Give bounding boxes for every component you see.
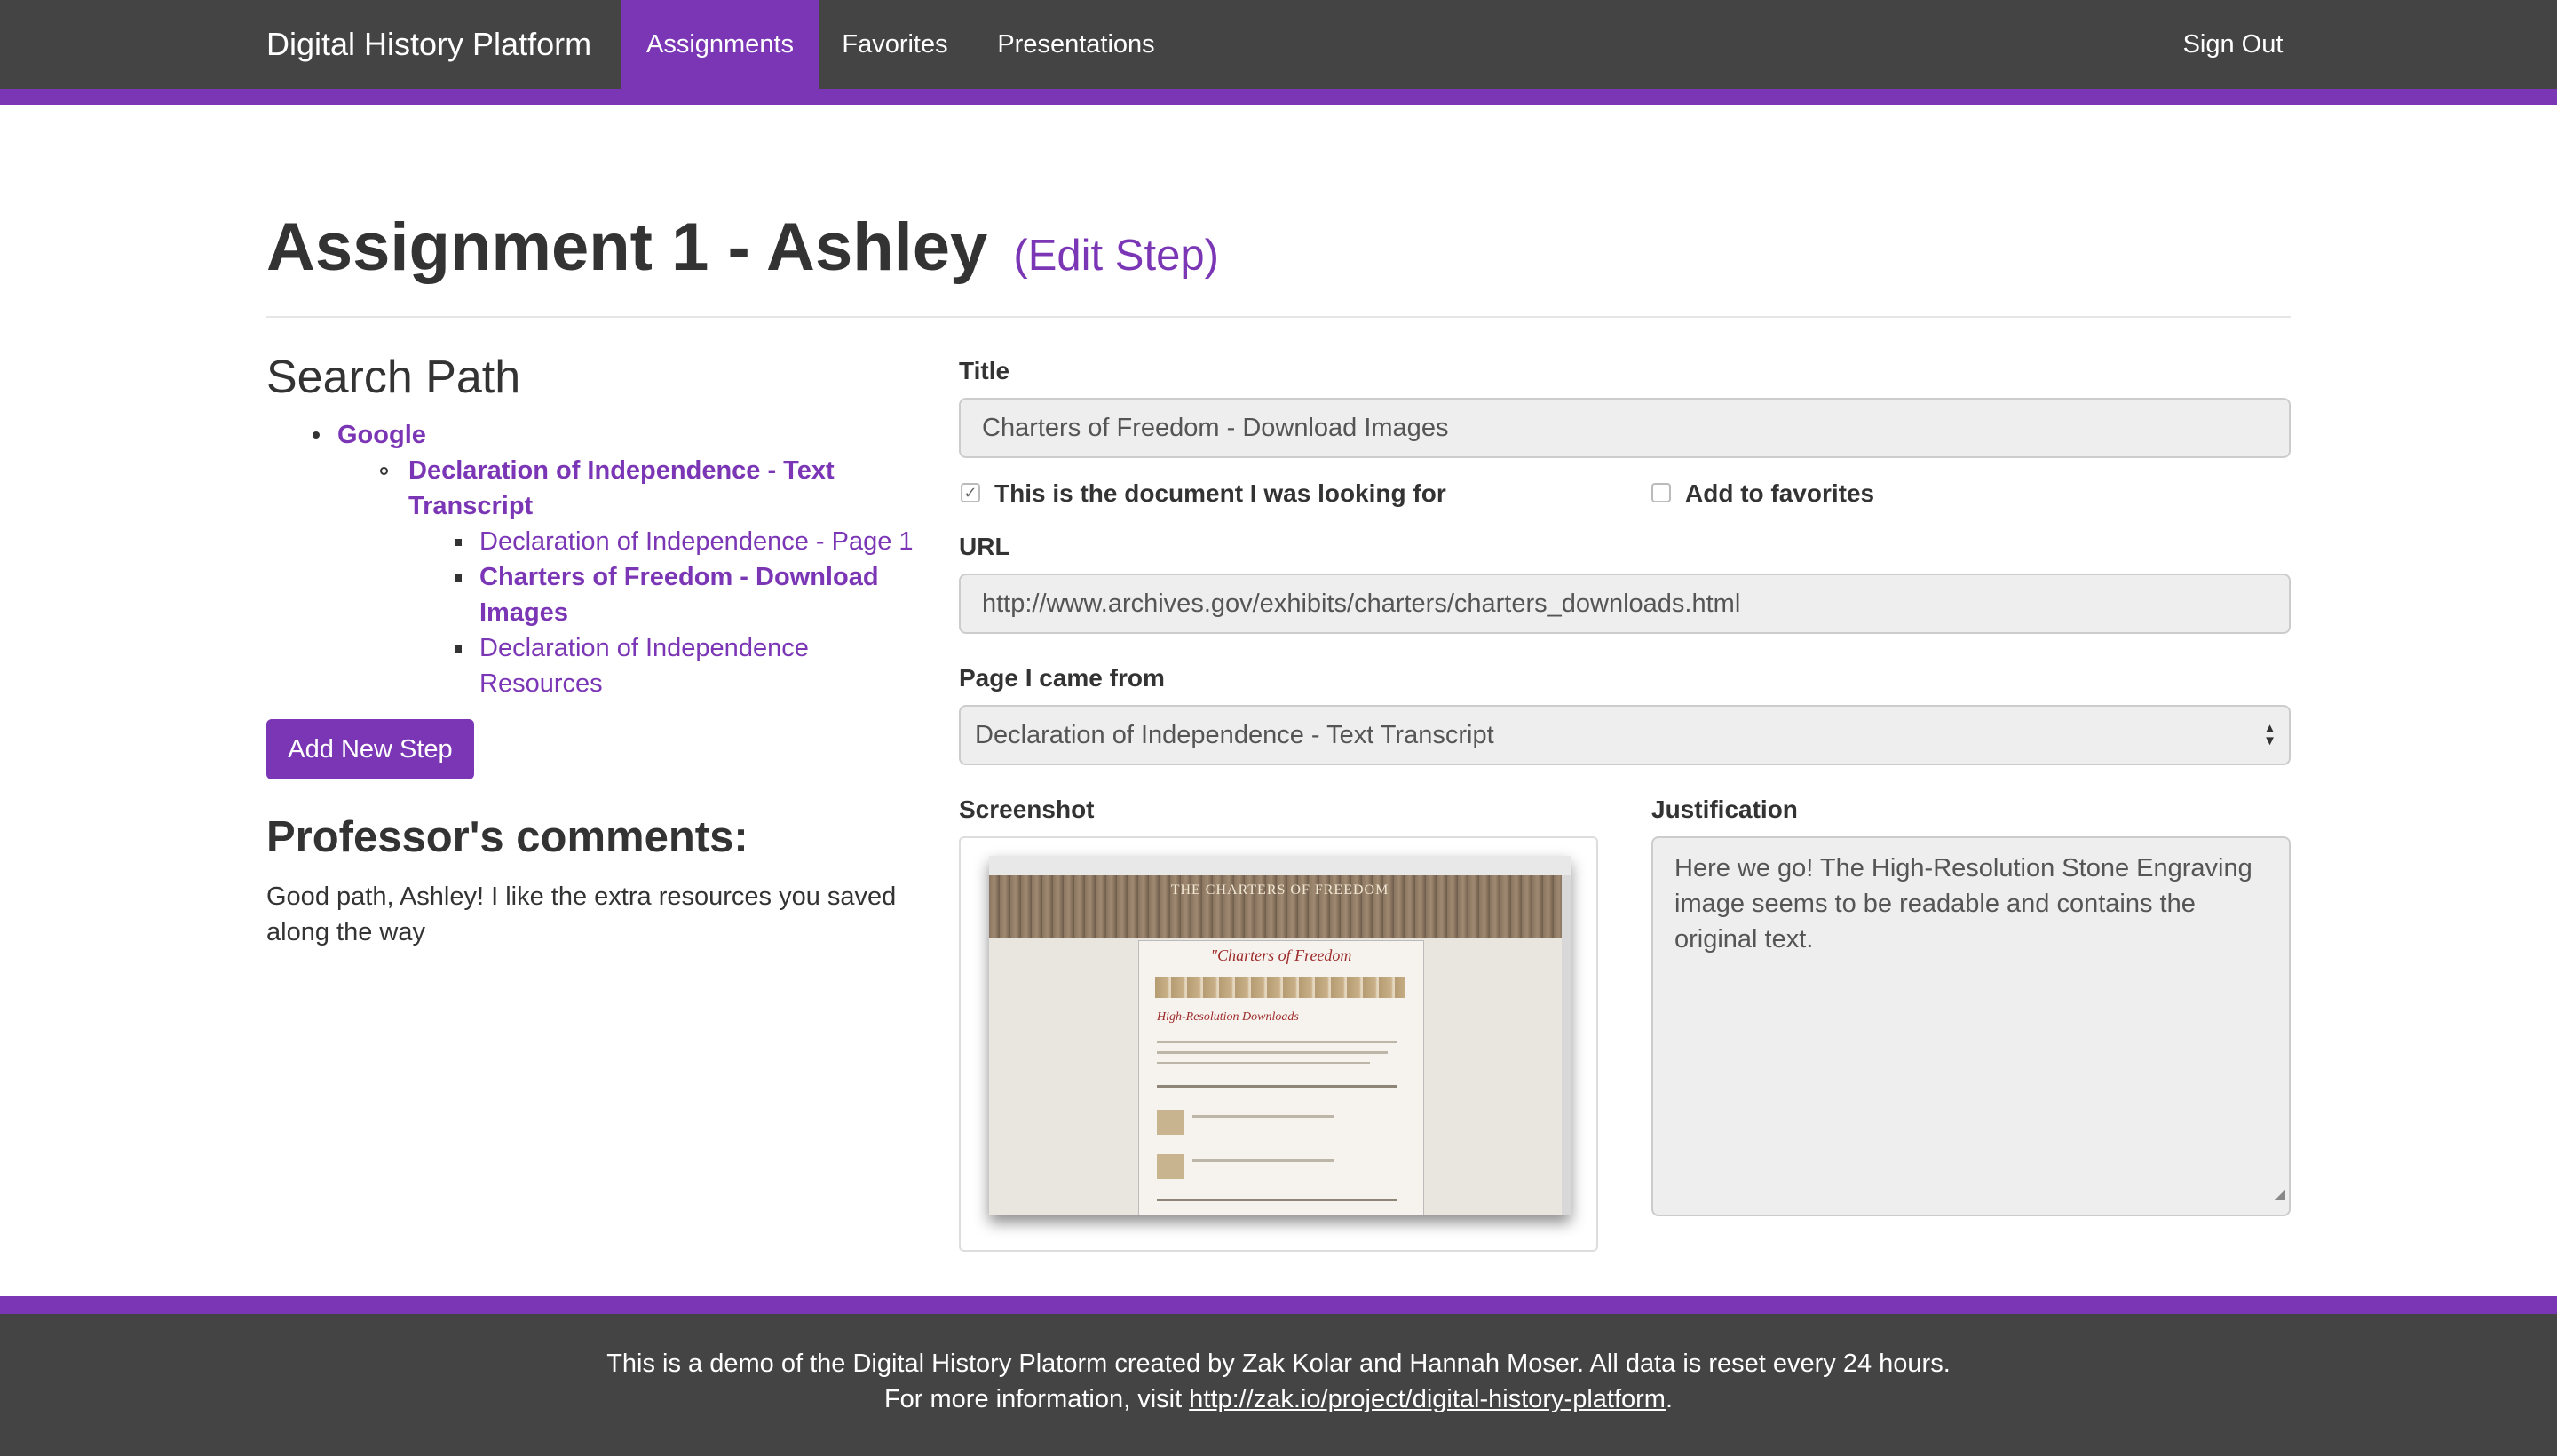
screenshot-banner-text: THE CHARTERS OF FREEDOM bbox=[1170, 882, 1389, 898]
square-bullet-icon bbox=[455, 645, 462, 653]
resize-handle-icon[interactable]: ◢ bbox=[2275, 1177, 2285, 1213]
path-item-charters-line2[interactable]: Images bbox=[479, 595, 568, 630]
screenshot-text-line bbox=[1157, 1041, 1397, 1043]
disc-bullet-icon bbox=[313, 431, 320, 439]
screenshot-frame: THE CHARTERS OF FREEDOM "Charters of Fre… bbox=[959, 836, 1598, 1252]
title-divider bbox=[266, 316, 2291, 318]
professor-comments-text: Good path, Ashley! I like the extra reso… bbox=[266, 882, 897, 946]
screenshot-text-line bbox=[1157, 1051, 1388, 1054]
justification-text: Here we go! The High-Resolution Stone En… bbox=[1674, 854, 2252, 954]
footer-demo-text: This is a demo of the Digital History Pl… bbox=[606, 1349, 1951, 1378]
path-item-resources-line2[interactable]: Resources bbox=[479, 666, 603, 701]
page-came-from-select[interactable]: Declaration of Independence - Text Trans… bbox=[959, 705, 2291, 765]
screenshot-text-line bbox=[1192, 1159, 1334, 1162]
justification-label: Justification bbox=[1651, 795, 1798, 823]
url-input[interactable]: http://www.archives.gov/exhibits/charter… bbox=[959, 574, 2291, 634]
nav-presentations[interactable]: Presentations bbox=[971, 0, 1181, 89]
nav-assignments[interactable]: Assignments bbox=[621, 0, 819, 89]
title-input[interactable]: Charters of Freedom - Download Images bbox=[959, 398, 2291, 458]
add-to-favorites-checkbox[interactable] bbox=[1651, 483, 1671, 502]
screenshot-label: Screenshot bbox=[959, 795, 1095, 823]
url-label: URL bbox=[959, 533, 1010, 560]
screenshot-banner: THE CHARTERS OF FREEDOM bbox=[989, 875, 1571, 938]
edit-step-link[interactable]: (Edit Step) bbox=[1013, 232, 1218, 280]
footer-info-prefix: For more information, visit bbox=[883, 1385, 1190, 1413]
screenshot-scrollbar bbox=[1562, 875, 1571, 1215]
page-title: Assignment 1 - Ashley (Edit Step) bbox=[266, 209, 1219, 289]
screenshot-text-line bbox=[1192, 1115, 1334, 1118]
nav-favorites[interactable]: Favorites bbox=[819, 0, 971, 89]
assignment-title: Assignment 1 - Ashley bbox=[266, 210, 988, 285]
footer-project-link[interactable]: http://zak.io/project/digital-history-pl… bbox=[1189, 1385, 1666, 1413]
document-found-label[interactable]: This is the document I was looking for bbox=[994, 479, 1446, 508]
screenshot-image[interactable]: THE CHARTERS OF FREEDOM "Charters of Fre… bbox=[989, 856, 1571, 1215]
professor-comments-heading: Professor's comments: bbox=[266, 813, 748, 861]
page-came-from-label: Page I came from bbox=[959, 664, 1165, 692]
title-label: Title bbox=[959, 357, 1010, 384]
path-item-transcript-line1[interactable]: Declaration of Independence - Text bbox=[408, 453, 835, 488]
brand-link[interactable]: Digital History Platform bbox=[266, 0, 591, 89]
sign-out-link[interactable]: Sign Out bbox=[2166, 0, 2300, 89]
path-item-charters-line1[interactable]: Charters of Freedom - Download bbox=[479, 559, 879, 595]
screenshot-doc-thumb bbox=[1157, 1110, 1184, 1135]
justification-textarea[interactable]: Here we go! The High-Resolution Stone En… bbox=[1651, 836, 2291, 1216]
document-found-checkbox[interactable]: ✓ bbox=[961, 483, 980, 502]
screenshot-text-line bbox=[1157, 1085, 1397, 1088]
page-came-from-value: Declaration of Independence - Text Trans… bbox=[975, 721, 1494, 749]
screenshot-browser-chrome bbox=[989, 856, 1571, 876]
square-bullet-icon bbox=[455, 539, 462, 546]
select-arrows-icon: ▲ ▼ bbox=[2263, 721, 2276, 748]
screenshot-text-line bbox=[1157, 1062, 1370, 1064]
screenshot-page-title: "Charters of Freedom bbox=[1210, 946, 1352, 964]
circle-bullet-icon bbox=[380, 467, 388, 475]
check-icon: ✓ bbox=[963, 484, 978, 502]
add-to-favorites-label[interactable]: Add to favorites bbox=[1685, 479, 1874, 508]
screenshot-text-line bbox=[1157, 1199, 1397, 1201]
path-item-resources-line1[interactable]: Declaration of Independence bbox=[479, 630, 809, 666]
screenshot-doc-thumb bbox=[1157, 1154, 1184, 1179]
screenshot-page-content: "Charters of Freedom High-Resolution Dow… bbox=[1138, 940, 1424, 1215]
footer-info-line: For more information, visit http://zak.i… bbox=[0, 1385, 2557, 1414]
path-item-google[interactable]: Google bbox=[337, 417, 426, 453]
add-new-step-button[interactable]: Add New Step bbox=[266, 719, 474, 779]
search-path-heading: Search Path bbox=[266, 352, 521, 403]
screenshot-thumbnails bbox=[1155, 977, 1405, 998]
navbar-accent-bar bbox=[0, 89, 2557, 105]
path-item-transcript-line2[interactable]: Transcript bbox=[408, 488, 533, 524]
top-navbar: Digital History Platform Assignments Fav… bbox=[0, 0, 2557, 89]
footer-info-suffix: . bbox=[1665, 1385, 1674, 1413]
square-bullet-icon bbox=[455, 574, 462, 582]
screenshot-page-subtitle: High-Resolution Downloads bbox=[1157, 1010, 1299, 1024]
path-item-page1[interactable]: Declaration of Independence - Page 1 bbox=[479, 524, 914, 559]
footer: This is a demo of the Digital History Pl… bbox=[0, 1314, 2557, 1456]
footer-accent-bar bbox=[0, 1296, 2557, 1314]
